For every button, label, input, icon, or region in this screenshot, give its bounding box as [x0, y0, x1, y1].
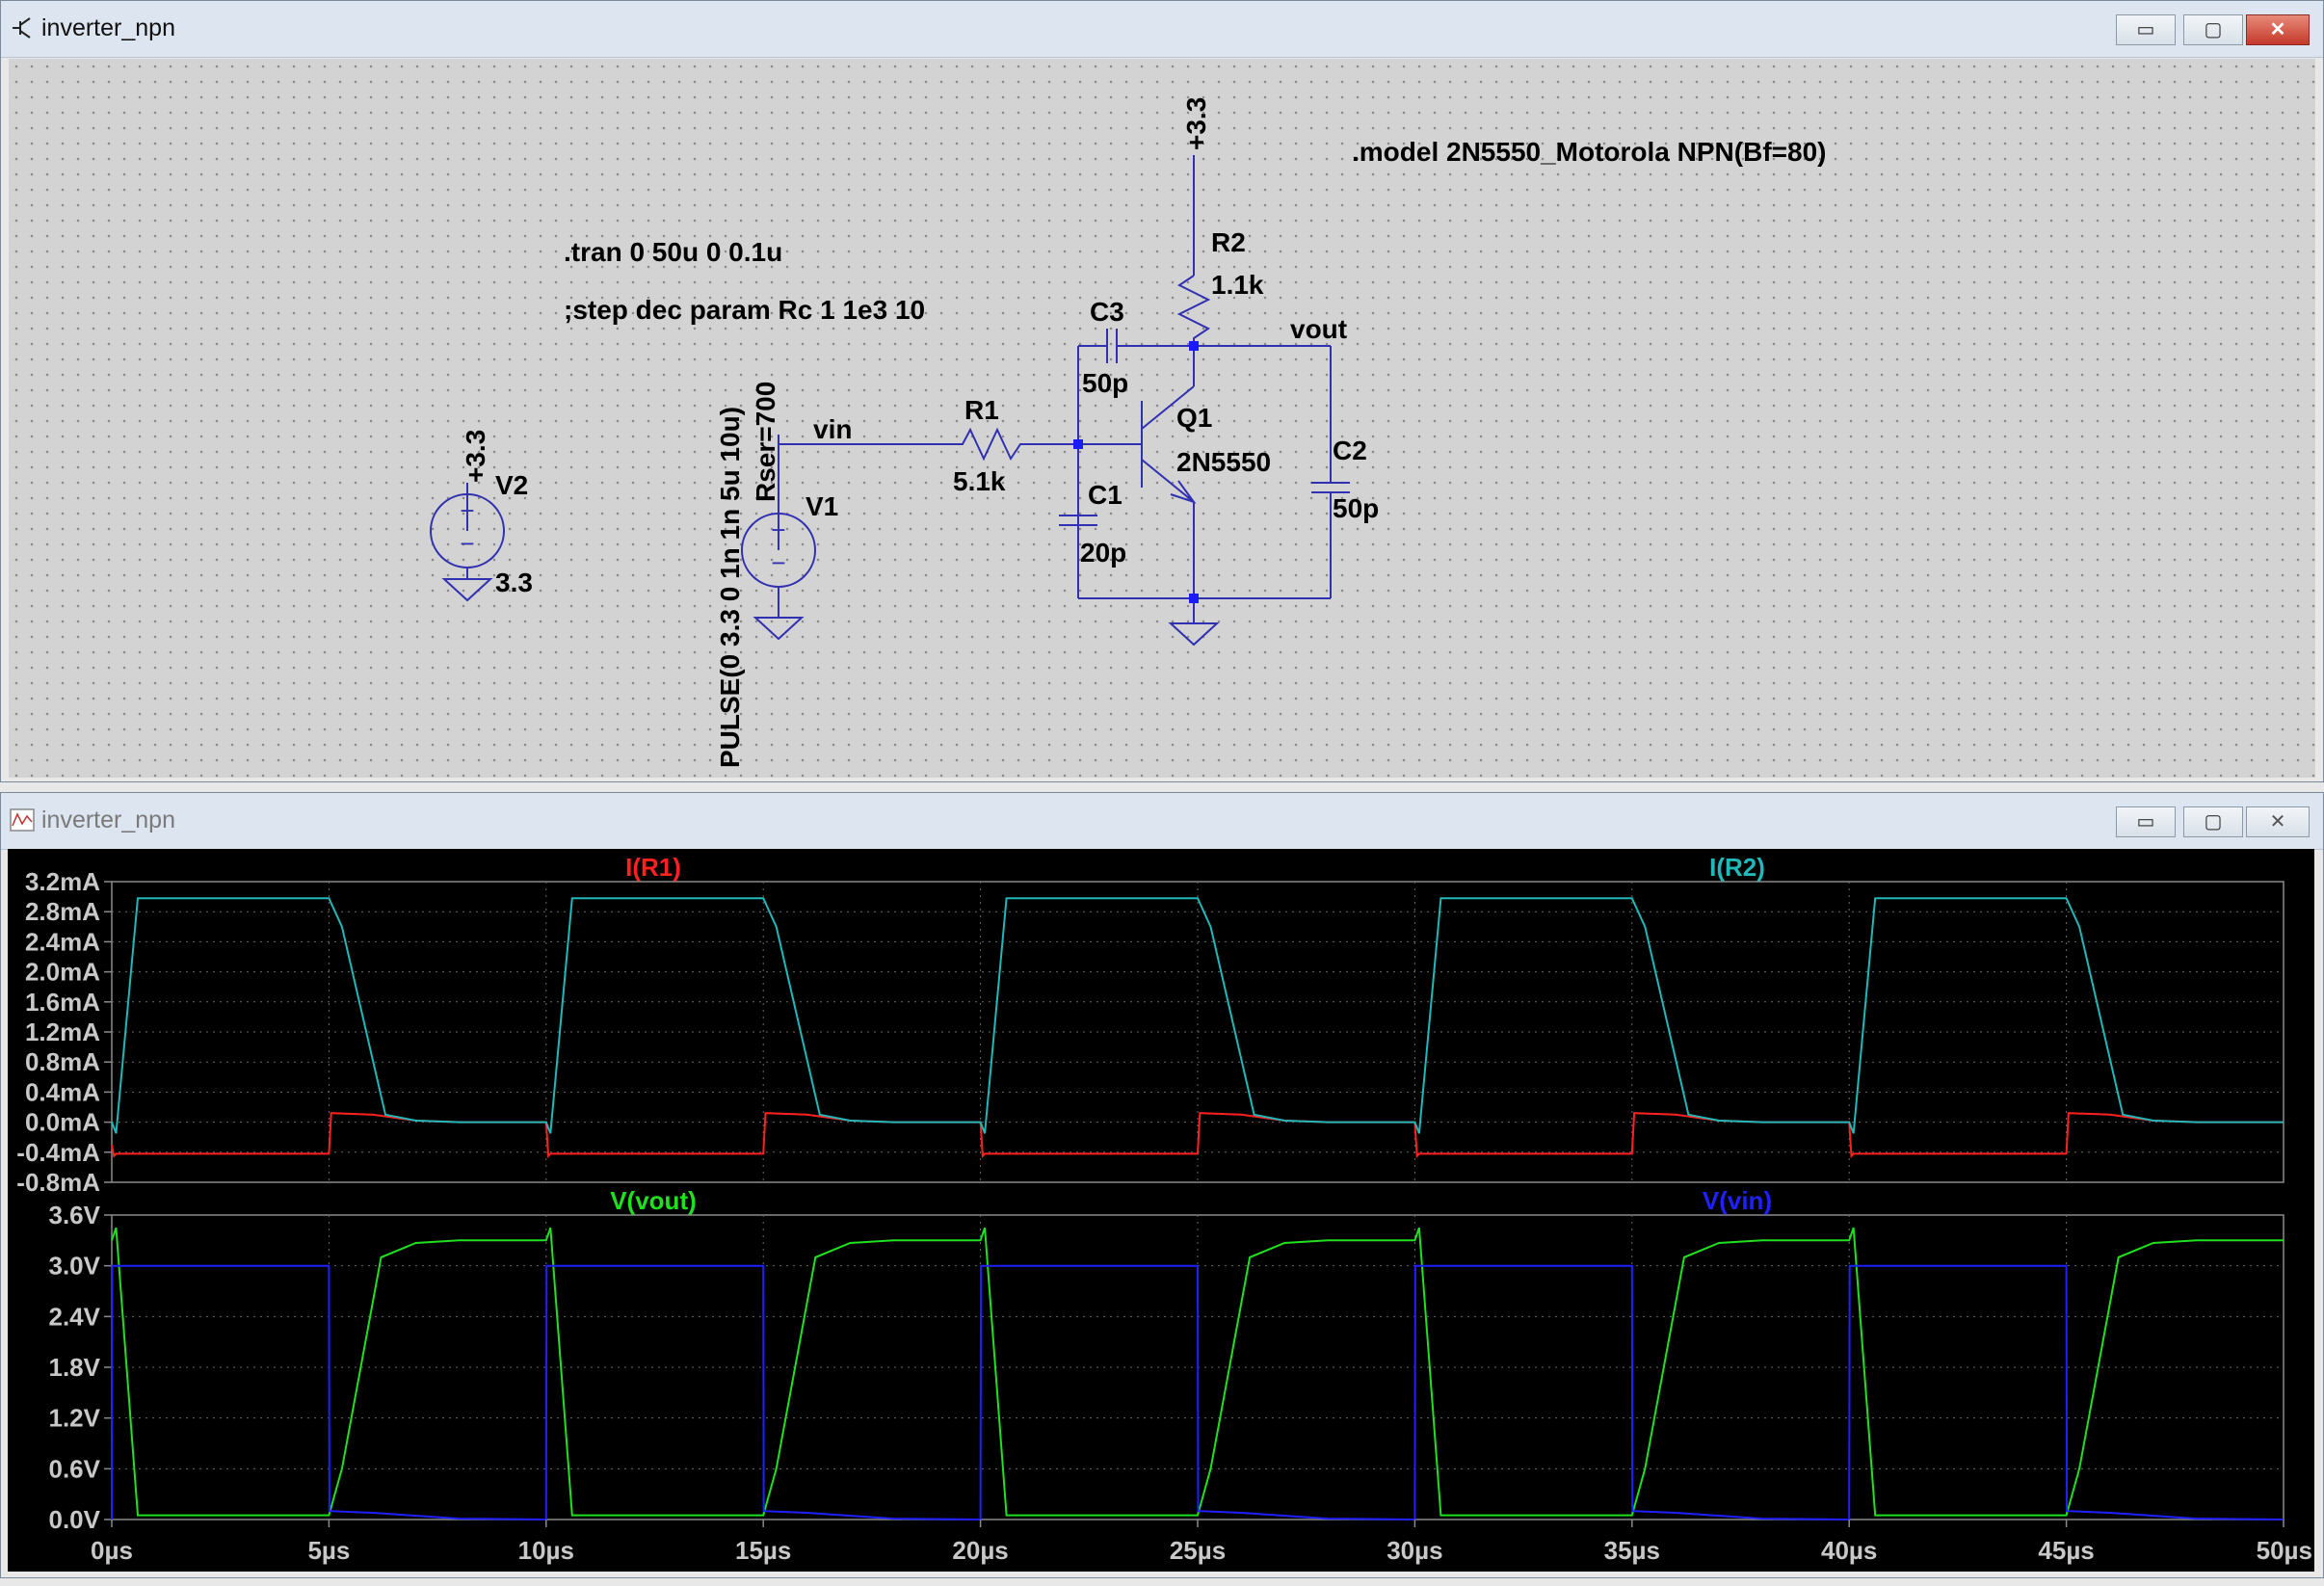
waveform-titlebar[interactable]: inverter_npn ▭ ▢ ✕: [1, 793, 2323, 850]
v2-value: 3.3: [495, 568, 533, 597]
v2-ground-icon: [441, 578, 493, 602]
q1-name: Q1: [1176, 403, 1212, 433]
r2-resistor-symbol[interactable]: [1176, 275, 1211, 346]
y-tick-label: 3.6V: [49, 1201, 101, 1229]
junction-dot: [1189, 341, 1199, 351]
svg-text:−: −: [771, 548, 785, 577]
y-tick-label: 0.6V: [49, 1454, 101, 1483]
x-tick-label: 35µs: [1604, 1536, 1660, 1565]
x-tick-label: 25µs: [1170, 1536, 1226, 1565]
restore-button[interactable]: ▢: [2183, 806, 2243, 837]
svg-text:−: −: [460, 529, 474, 558]
x-tick-label: 20µs: [952, 1536, 1008, 1565]
y-tick-label: -0.4mA: [16, 1138, 100, 1167]
v1-name: V1: [805, 491, 838, 521]
y-tick-label: 1.6mA: [25, 988, 100, 1017]
waveform-plot-area[interactable]: 3.2mA 2.8mA 2.4mA 2.0mA 1.6mA 1.2mA 0.8mA 0.4mA…: [8, 849, 2314, 1572]
junction-dot: [1073, 439, 1083, 449]
v1-rser: Rser=700: [751, 382, 780, 502]
waveform-viewer-icon: [10, 808, 35, 832]
q1-value: 2N5550: [1176, 447, 1271, 477]
svg-text:+: +: [771, 515, 785, 544]
x-tick-label: 10µs: [518, 1536, 574, 1565]
c1-name: C1: [1088, 480, 1122, 510]
c1-value: 20p: [1080, 538, 1126, 568]
r1-resistor-symbol[interactable]: [953, 427, 1078, 462]
junction-dot: [1189, 594, 1199, 603]
x-tick-label: 30µs: [1386, 1536, 1442, 1565]
y-tick-label: -0.8mA: [16, 1168, 100, 1197]
r1-value: 5.1k: [953, 466, 1006, 496]
x-tick-label: 5µs: [307, 1536, 350, 1565]
schematic-title: inverter_npn: [41, 14, 175, 41]
x-tick-label: 40µs: [1821, 1536, 1877, 1565]
tran-directive[interactable]: .tran 0 50u 0 0.1u: [564, 237, 782, 267]
r2-name: R2: [1211, 227, 1246, 257]
restore-button[interactable]: ▢: [2183, 14, 2243, 45]
r2-value: 1.1k: [1211, 270, 1264, 300]
q1-ground-icon: [1168, 622, 1220, 647]
vin-net-label: vin: [813, 414, 852, 444]
y-tick-label: 1.2V: [49, 1404, 101, 1433]
svg-text:+: +: [460, 496, 474, 525]
legend-label: V(vin): [1703, 1186, 1772, 1215]
c3-value: 50p: [1082, 368, 1128, 398]
c2-name: C2: [1333, 436, 1367, 465]
y-tick-label: 0.8mA: [25, 1047, 100, 1076]
y-tick-label: 3.2mA: [25, 867, 100, 896]
v1-value: PULSE(0 3.3 0 1n 1n 5u 10u): [715, 407, 745, 768]
waveform-title: inverter_npn: [41, 806, 175, 833]
v1-ground-icon: [753, 617, 805, 641]
c3-capacitor-symbol[interactable]: [1106, 329, 1194, 363]
transistor-icon: [13, 17, 31, 39]
v2-source-symbol[interactable]: + −: [430, 483, 505, 579]
legend-label: I(R2): [1709, 853, 1765, 882]
x-tick-label: 50µs: [2257, 1536, 2312, 1565]
x-tick-label: 15µs: [735, 1536, 791, 1565]
schematic-window: inverter_npn ▭ ▢ ✕ + − + − .tran 0 50u 0…: [0, 0, 2324, 782]
close-button[interactable]: ✕: [2246, 14, 2310, 45]
supply-net-label: +3.3: [1181, 97, 1211, 150]
schematic-titlebar[interactable]: inverter_npn ▭ ▢ ✕: [1, 1, 2323, 58]
c2-capacitor-symbol[interactable]: [1311, 482, 1350, 493]
close-button[interactable]: ✕: [2246, 806, 2310, 837]
y-tick-label: 0.4mA: [25, 1077, 100, 1106]
y-tick-label: 2.4V: [49, 1302, 101, 1331]
v2-net-label: +3.3: [461, 430, 490, 483]
y-tick-label: 1.2mA: [25, 1018, 100, 1046]
y-tick-label: 2.4mA: [25, 927, 100, 956]
model-directive[interactable]: .model 2N5550_Motorola NPN(Bf=80): [1352, 137, 1826, 167]
c2-value: 50p: [1333, 493, 1379, 523]
step-directive[interactable]: ;step dec param Rc 1 1e3 10: [564, 295, 925, 325]
x-tick-label: 0µs: [91, 1536, 133, 1565]
schematic-canvas[interactable]: + − + − .tran 0 50u 0 0.1u ;step dec par…: [9, 59, 2315, 778]
legend-label: I(R1): [625, 853, 681, 882]
y-tick-label: 0.0mA: [25, 1108, 100, 1137]
minimize-button[interactable]: ▭: [2116, 14, 2176, 45]
minimize-button[interactable]: ▭: [2116, 806, 2176, 837]
vout-net-label: vout: [1290, 314, 1347, 344]
c3-name: C3: [1090, 297, 1124, 327]
y-tick-label: 2.0mA: [25, 958, 100, 987]
y-tick-label: 3.0V: [49, 1252, 101, 1281]
v2-name: V2: [495, 470, 528, 500]
y-tick-label: 1.8V: [49, 1353, 101, 1382]
x-tick-label: 45µs: [2038, 1536, 2094, 1565]
series-line-v-vin: [111, 1264, 2284, 1521]
y-tick-label: 0.0V: [49, 1505, 101, 1534]
y-tick-label: 2.8mA: [25, 897, 100, 926]
legend-label: V(vout): [610, 1186, 697, 1215]
r1-name: R1: [964, 395, 999, 425]
